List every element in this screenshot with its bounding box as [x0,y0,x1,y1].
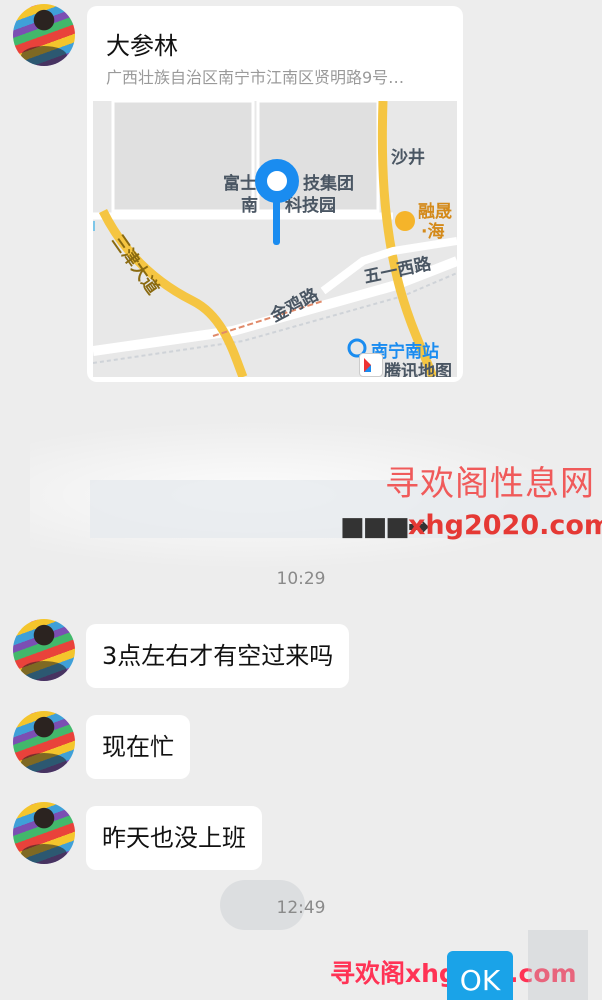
watermark-site-name: 寻欢阁性息网 [385,464,595,504]
message-bubble[interactable]: 昨天也没上班 [86,806,262,870]
location-address: 广西壮族自治区南宁市江南区贤明路9号… [106,68,405,87]
avatar[interactable] [13,4,75,66]
map-label-park: 南 [241,196,258,216]
avatar[interactable] [13,711,75,773]
timestamp: 12:49 [276,898,326,918]
location-pin-stem [273,199,280,245]
blur-patch [528,930,588,1000]
location-pin-icon [255,159,299,203]
ok-button[interactable]: OK [447,951,513,1000]
map-label-shajing: 沙井 [391,148,425,168]
map-preview[interactable]: 富士 技集团 南 科技园 沙井 融晟 ·海 五一西路 金鸡路 三津大道 南宁南站… [93,101,457,377]
message-bubble[interactable]: 现在忙 [86,715,190,779]
watermark-site-url: xhg2020.com [408,510,602,541]
tencent-map-logo-icon [359,353,383,377]
avatar[interactable] [13,619,75,681]
location-title: 大参林 [106,32,178,60]
avatar[interactable] [13,802,75,864]
timestamp: 10:29 [276,569,326,589]
map-provider-label: 腾讯地图 [384,362,452,377]
message-bubble[interactable]: 3点左右才有空过来吗 [86,624,350,688]
location-card[interactable]: 大参林 广西壮族自治区南宁市江南区贤明路9号… 富士 技集团 南 科技园 沙井 … [87,6,463,382]
map-label-haixin: ·海 [421,222,445,242]
